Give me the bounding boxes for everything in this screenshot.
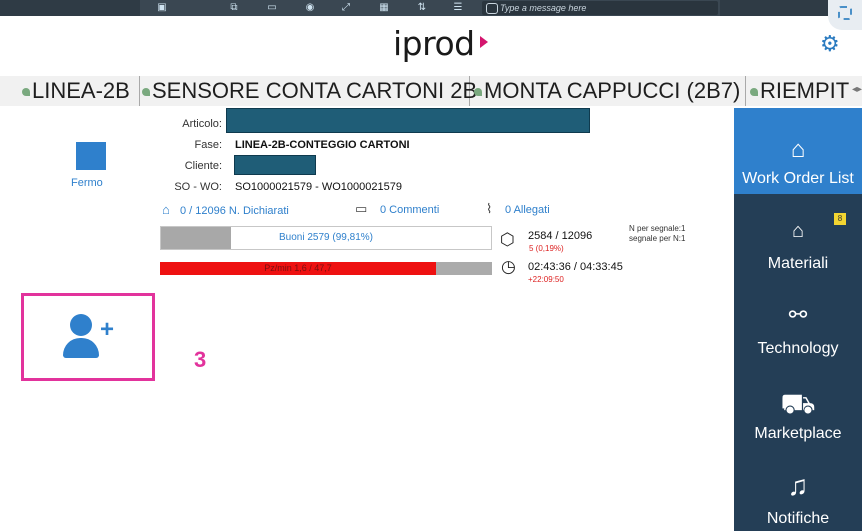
scrap-count: 5 (0,19%): [529, 244, 564, 253]
fullscreen-icon[interactable]: ⤢: [340, 2, 352, 13]
transfer-icon[interactable]: ⇅: [416, 2, 428, 13]
materials-badge: 8: [834, 213, 846, 225]
person-body: [63, 338, 99, 358]
box-icon: ⬡: [500, 230, 515, 249]
good-pieces-label: Buoni 2579 (99,81%): [279, 232, 373, 243]
display-icon[interactable]: ▭: [266, 2, 278, 13]
logo-arrow-icon: [480, 36, 488, 48]
fase-value: LINEA-2B-CONTEGGIO CARTONI: [235, 139, 410, 151]
tab-bar: LINEA-2B SENSORE CONTA CARTONI 2B MONTA …: [0, 76, 862, 106]
time-value: 02:43:36 / 04:33:45: [528, 261, 623, 273]
monitor-icon[interactable]: ▣: [156, 2, 168, 13]
plus-icon: +: [100, 316, 115, 343]
remote-toolbar: ▣ ⧉ ▭ ◉ ⤢ ▦ ⇅ ☰ Type a message here: [0, 0, 862, 16]
sidebar-item-label: Materiali: [767, 255, 829, 272]
so-wo-value: SO1000021579 - WO1000021579: [235, 181, 402, 193]
declared-icon: ⌂: [162, 202, 170, 217]
sidebar-item-label: Work Order List: [742, 170, 854, 187]
person-head: [70, 314, 92, 336]
cliente-value-redacted: [234, 155, 316, 175]
status-label: Fermo: [71, 177, 103, 189]
signal-line-2: segnale per N:1: [629, 234, 686, 243]
fase-label: Fase:: [194, 139, 222, 151]
home-icon: ⌂: [790, 136, 806, 163]
gear-icon[interactable]: ⚙: [820, 31, 840, 57]
articolo-label: Articolo:: [182, 118, 222, 130]
tab-scroll-icon[interactable]: ◂▸: [852, 84, 862, 95]
sidebar-item-label: Marketplace: [754, 425, 842, 442]
stopwatch-icon: ◷: [501, 257, 516, 276]
comment-icon: ▭: [355, 201, 368, 216]
tab-riempit[interactable]: RIEMPIT: [750, 76, 849, 106]
leaf-icon: [22, 88, 30, 97]
technology-icon: ⚯: [788, 302, 808, 327]
settings-bar-icon[interactable]: ☰: [452, 2, 464, 13]
time-delta: +22:09:50: [528, 275, 564, 284]
cart-icon: ⛟: [780, 388, 816, 419]
paperclip-icon: ⌇: [486, 201, 493, 216]
signal-line-1: N per segnale:1: [629, 224, 686, 233]
so-wo-label: SO - WO:: [174, 181, 222, 193]
sidebar-item-work-order-list[interactable]: ⌂ Work Order List: [734, 108, 862, 194]
chat-bubble-icon: [486, 3, 498, 14]
commenti-link[interactable]: 0 Commenti: [380, 204, 439, 216]
view-icon[interactable]: ◉: [304, 2, 316, 13]
leaf-icon: [142, 88, 150, 97]
good-pieces-bar: Buoni 2579 (99,81%): [160, 226, 492, 250]
screens-icon[interactable]: ⧉: [228, 2, 240, 13]
rate-bar: Pz/min 1,6 / 47,7: [160, 262, 492, 275]
add-operator-button[interactable]: +: [21, 293, 155, 381]
sidebar-item-label: Notifiche: [766, 510, 830, 527]
bell-icon: ♫: [787, 470, 809, 501]
leaf-icon: [474, 88, 482, 97]
dichiarati-link[interactable]: 0 / 12096 N. Dichiarati: [180, 205, 289, 217]
message-input[interactable]: Type a message here: [482, 1, 718, 15]
windows-icon[interactable]: ▦: [378, 2, 390, 13]
screenshot-button[interactable]: [828, 0, 862, 30]
sidebar-item-label: Technology: [757, 340, 839, 357]
annotation-number: 3: [194, 347, 207, 372]
sidebar: ⌂ Work Order List ⌂ 8 Materiali ⚯ Techno…: [734, 108, 862, 531]
tab-linea-2b[interactable]: LINEA-2B: [22, 76, 140, 106]
pieces-count: 2584 / 12096: [528, 230, 593, 242]
leaf-icon: [750, 88, 758, 97]
capture-icon: [838, 6, 852, 20]
rate-label: Pz/min 1,6 / 47,7: [264, 263, 332, 273]
cliente-label: Cliente:: [184, 160, 222, 172]
tab-monta-cappucci[interactable]: MONTA CAPPUCCI (2B7): [474, 76, 746, 106]
allegati-link[interactable]: 0 Allegati: [505, 204, 550, 216]
app-logo: iprod: [393, 24, 475, 63]
message-placeholder: Type a message here: [500, 3, 587, 13]
articolo-value-redacted: [226, 108, 590, 133]
tab-sensore-conta-cartoni[interactable]: SENSORE CONTA CARTONI 2B: [142, 76, 477, 106]
status-indicator: [76, 142, 106, 170]
